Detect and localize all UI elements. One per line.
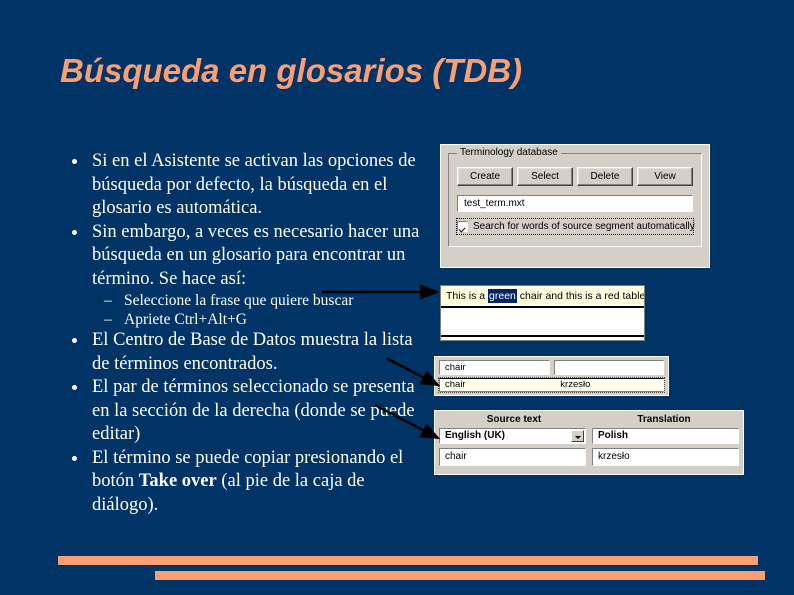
source-term-input[interactable]: chair	[439, 448, 586, 466]
results-list-panel: chair chair krzesło	[434, 356, 669, 396]
source-text-header: Source text	[486, 414, 542, 425]
target-language-value: Polish	[598, 430, 629, 441]
results-search-row: chair	[439, 360, 664, 375]
chevron-down-icon[interactable]	[571, 430, 584, 442]
segment-text-after: chair and this is a red table	[516, 290, 644, 302]
segment-selected-word: green	[488, 289, 517, 303]
translation-header: Translation	[637, 414, 691, 425]
terminology-database-groupbox: Terminology database Create Select Delet…	[448, 147, 702, 247]
take-over-button-name: Take over	[138, 471, 217, 491]
terminology-database-panel: Terminology database Create Select Delet…	[440, 144, 710, 268]
list-item: Si en el Asistente se activan las opcion…	[62, 150, 422, 221]
source-segment-panel: This is a green chair and this is a red …	[440, 285, 645, 341]
list-item: El término se puede copiar presionando e…	[62, 447, 422, 518]
row-translation-term: krzesło	[560, 379, 591, 390]
sub-list-item-text: Seleccione la frase que quiere buscar	[124, 292, 354, 309]
segment-divider-bottom	[441, 335, 644, 337]
sub-list-item-text: Apriete Ctrl+Alt+G	[124, 311, 247, 328]
slide-canvas: Búsqueda en glosarios (TDB) Si en el Asi…	[0, 0, 794, 595]
list-item: El par de términos seleccionado se prese…	[62, 376, 422, 447]
terminology-button-row: Create Select Delete View	[457, 167, 693, 186]
target-language-select[interactable]: Polish	[592, 428, 739, 444]
view-button[interactable]: View	[637, 167, 693, 186]
footer-accent-bar-bottom	[155, 571, 765, 580]
terminology-file-input[interactable]: test_term.mxt	[457, 195, 693, 212]
table-row[interactable]: chair krzesło	[438, 377, 665, 393]
term-editor-panel: Source text Translation English (UK) Pol…	[434, 410, 744, 475]
footer-accent-bar-top	[58, 556, 758, 565]
auto-search-checkbox-row[interactable]: Search for words of source segment autom…	[456, 218, 695, 235]
source-language-select[interactable]: English (UK)	[439, 428, 586, 444]
row-source-term: chair	[445, 379, 466, 390]
delete-button[interactable]: Delete	[577, 167, 633, 186]
groupbox-legend: Terminology database	[457, 147, 561, 159]
create-button[interactable]: Create	[457, 167, 513, 186]
sub-list-item: – Seleccione la frase que quiere buscar	[62, 291, 422, 310]
editor-column-headers: Source text Translation	[439, 413, 739, 426]
sub-list-item: – Apriete Ctrl+Alt+G	[62, 310, 422, 329]
bullet-list: Si en el Asistente se activan las opcion…	[62, 150, 422, 517]
auto-search-checkbox-label: Search for words of source segment autom…	[473, 220, 695, 232]
list-item: El Centro de Base de Datos muestra la li…	[62, 329, 422, 376]
page-title: Búsqueda en glosarios (TDB)	[60, 52, 523, 89]
bullet-dot-icon	[72, 159, 77, 164]
results-secondary-input[interactable]	[553, 360, 664, 375]
bullet-dot-icon	[72, 455, 77, 461]
source-language-value: English (UK)	[445, 430, 505, 441]
list-item-text: El par de términos seleccionado se prese…	[92, 377, 415, 444]
bullet-dash-icon: –	[104, 292, 112, 309]
list-item-text: Sin embargo, a veces es necesario hacer …	[92, 221, 420, 289]
source-segment-text[interactable]: This is a green chair and this is a red …	[441, 287, 644, 305]
translation-term-input[interactable]: krzesło	[592, 448, 739, 466]
list-item-text: El Centro de Base de Datos muestra la li…	[92, 330, 413, 374]
bullet-dot-icon	[72, 338, 77, 343]
segment-text-before: This is a	[446, 290, 489, 302]
auto-search-checkbox[interactable]	[457, 221, 468, 232]
editor-value-row: chair krzesło	[439, 448, 739, 466]
target-segment-area[interactable]	[441, 308, 644, 336]
list-item: Sin embargo, a veces es necesario hacer …	[62, 221, 422, 292]
bullet-dash-icon: –	[104, 311, 112, 328]
select-button[interactable]: Select	[517, 167, 573, 186]
results-search-input[interactable]: chair	[439, 360, 550, 375]
editor-language-row: English (UK) Polish	[439, 428, 739, 444]
bullet-dot-icon	[72, 385, 77, 390]
bullet-dot-icon	[72, 229, 77, 235]
list-item-text: Si en el Asistente se activan las opcion…	[92, 151, 416, 218]
